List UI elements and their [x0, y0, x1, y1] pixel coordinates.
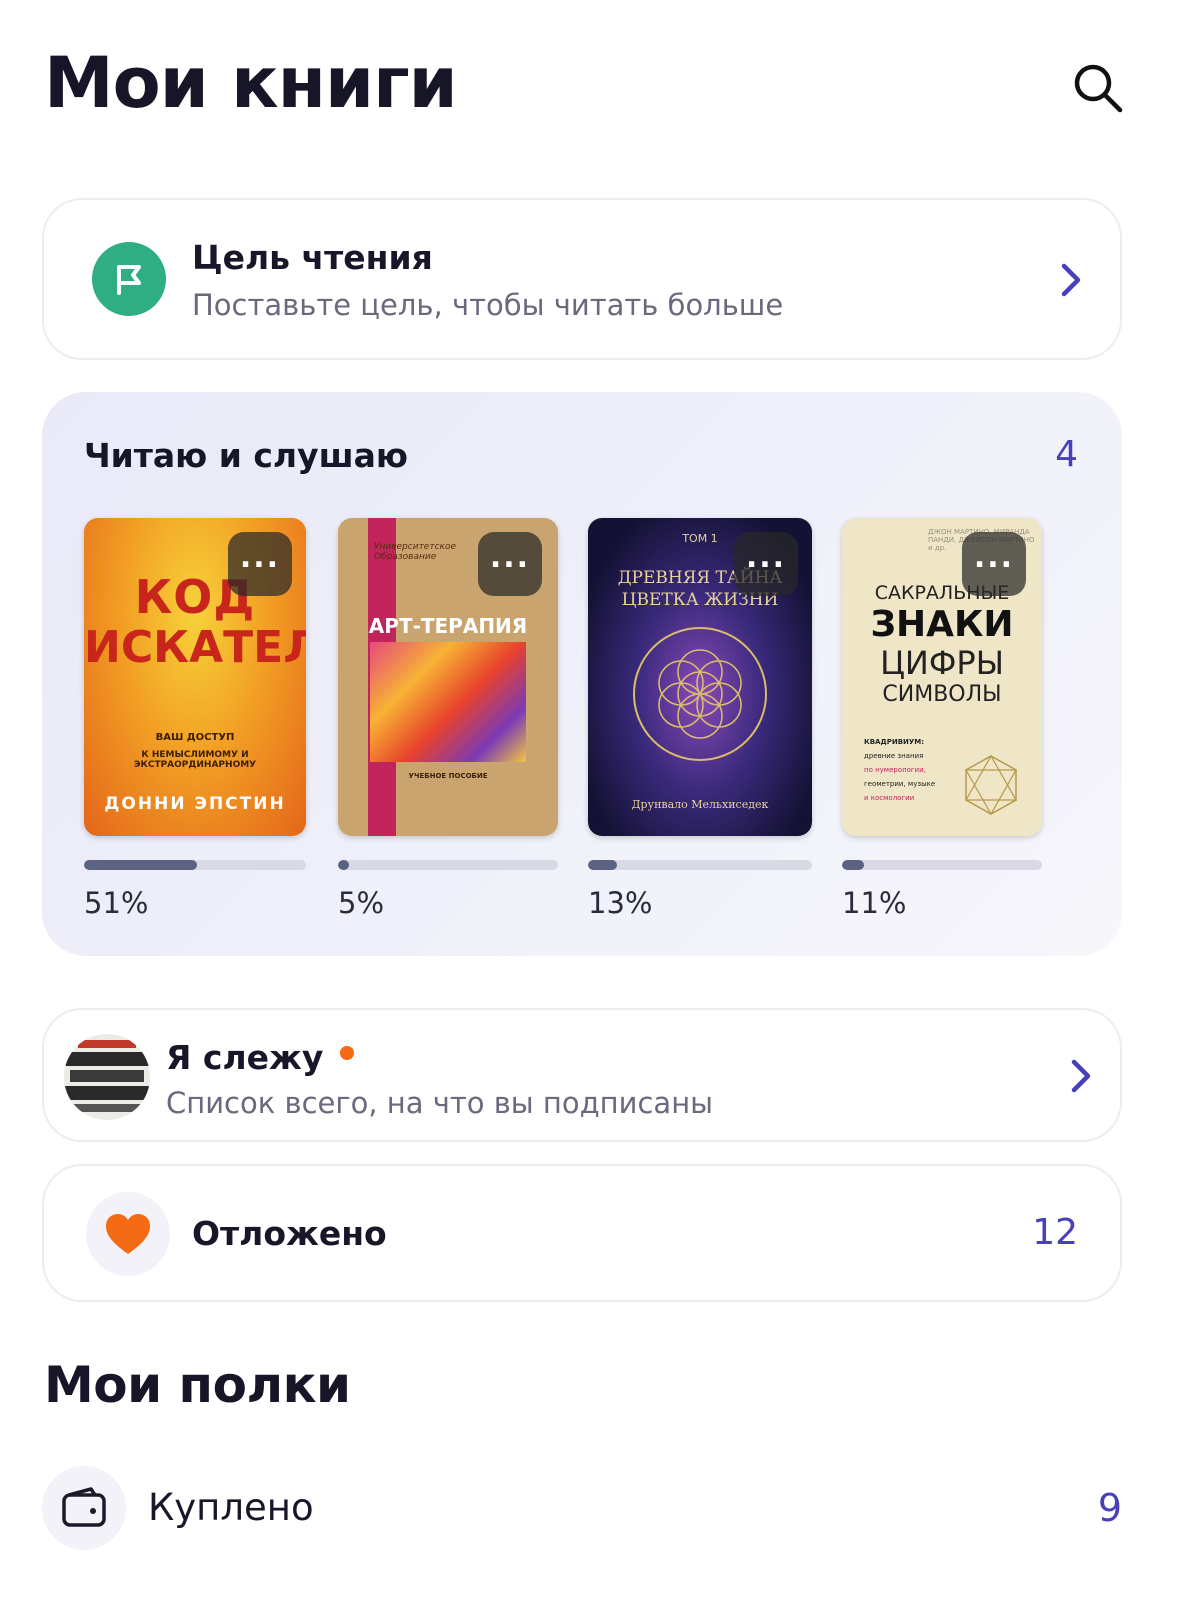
book-cover-art-terapiya[interactable]: Университетское Образование АРТ-ТЕРАПИЯ … — [338, 518, 558, 836]
saved-title: Отложено — [192, 1214, 387, 1253]
reading-section: Читаю и слушаю 4 КОД ИСКАТЕЛЯ ВАШ ДОСТУП… — [42, 392, 1122, 956]
cover-author: Друнвало Мельхиседек — [631, 798, 769, 811]
book-more-button[interactable]: ... — [962, 532, 1026, 596]
metatron-cube-icon — [964, 754, 1018, 816]
book-progress-bar — [338, 860, 558, 870]
reading-goal-card[interactable]: Цель чтения Поставьте цель, чтобы читать… — [42, 198, 1122, 360]
progress-fill — [588, 860, 618, 870]
progress-fill — [338, 860, 349, 870]
cover-subtitle-line: геометрии, музыке — [864, 780, 936, 788]
cover-subtitle: УЧЕБНОЕ ПОСОБИЕ — [408, 772, 488, 780]
reading-section-title: Читаю и слушаю — [84, 436, 409, 475]
cover-subtitle-line: древние знания — [864, 752, 924, 760]
book-progress-bar — [84, 860, 306, 870]
chevron-right-icon — [1061, 263, 1081, 297]
more-dots-icon: ... — [745, 540, 787, 575]
cover-series: Университетское Образование — [374, 542, 457, 562]
book-progress-bar — [588, 860, 812, 870]
following-title: Я слежу — [166, 1038, 324, 1077]
flower-of-life-icon — [633, 627, 767, 761]
progress-fill — [84, 860, 198, 870]
chevron-right-icon — [1071, 1059, 1091, 1093]
new-indicator-dot — [340, 1046, 354, 1060]
saved-count: 12 — [1032, 1212, 1078, 1253]
cover-subtitle-line: по нумерологии, — [864, 766, 926, 774]
reading-goal-subtitle: Поставьте цель, чтобы читать больше — [192, 288, 784, 322]
reading-count[interactable]: 4 — [1055, 434, 1078, 475]
cover-title-line: ИСКАТЕЛЯ — [84, 622, 306, 673]
search-button[interactable] — [1068, 58, 1128, 118]
reading-goal-title: Цель чтения — [192, 238, 433, 277]
shelves-title: Мои полки — [44, 1356, 351, 1414]
cover-author: ДОННИ ЭПСТИН — [104, 794, 286, 814]
book-progress-percent: 11% — [842, 886, 907, 920]
book-cover-drevnyaya-tayna[interactable]: ТОМ 1 ДРЕВНЯЯ ТАЙНА ЦВЕТКА ЖИЗНИ Друнвал… — [588, 518, 812, 836]
following-subtitle: Список всего, на что вы подписаны — [166, 1086, 714, 1120]
avatar — [64, 1034, 150, 1120]
cover-subtitle-line: и космологии — [864, 794, 915, 802]
book-progress-bar — [842, 860, 1042, 870]
cover-artwork — [370, 642, 526, 762]
search-icon — [1074, 64, 1123, 113]
more-dots-icon: ... — [489, 540, 531, 575]
book-cover-sakralnye-znaki[interactable]: ДЖОН МАРТИНО, МИРАНДА ПАНДИ, ДЖЕЙСОН МАР… — [842, 518, 1042, 836]
book-more-button[interactable]: ... — [734, 532, 798, 596]
more-dots-icon: ... — [973, 540, 1015, 575]
cover-title-line: ЦИФРЫ — [880, 644, 1004, 682]
cover-title-line: ЗНАКИ — [870, 604, 1014, 645]
saved-card[interactable]: Отложено 12 — [42, 1164, 1122, 1302]
book-progress-percent: 13% — [588, 886, 653, 920]
shelf-item-count: 9 — [1097, 1486, 1122, 1530]
more-dots-icon: ... — [239, 540, 281, 575]
book-more-button[interactable]: ... — [478, 532, 542, 596]
book-more-button[interactable]: ... — [228, 532, 292, 596]
cover-subtitle-line: ВАШ ДОСТУП — [155, 732, 235, 743]
progress-fill — [842, 860, 864, 870]
shelf-item-purchased[interactable]: Куплено 9 — [42, 1466, 1122, 1552]
wallet-icon — [42, 1466, 126, 1550]
cover-title: АРТ-ТЕРАПИЯ — [368, 614, 528, 638]
cover-subtitle-line: КВАДРИВИУМ: — [864, 738, 925, 746]
heart-icon — [86, 1192, 170, 1276]
flag-icon — [92, 242, 166, 316]
following-card[interactable]: Я слежу Список всего, на что вы подписан… — [42, 1008, 1122, 1142]
cover-subtitle-line: К НЕМЫСЛИМОМУ И ЭКСТРАОРДИНАРНОМУ — [133, 750, 257, 770]
book-progress-percent: 51% — [84, 886, 149, 920]
cover-title-line: СИМВОЛЫ — [882, 682, 1002, 707]
book-cover-kod-iskatelya[interactable]: КОД ИСКАТЕЛЯ ВАШ ДОСТУП К НЕМЫСЛИМОМУ И … — [84, 518, 306, 836]
book-progress-percent: 5% — [338, 886, 385, 920]
page-title: Мои книги — [44, 42, 458, 124]
shelf-item-label: Куплено — [148, 1486, 314, 1529]
